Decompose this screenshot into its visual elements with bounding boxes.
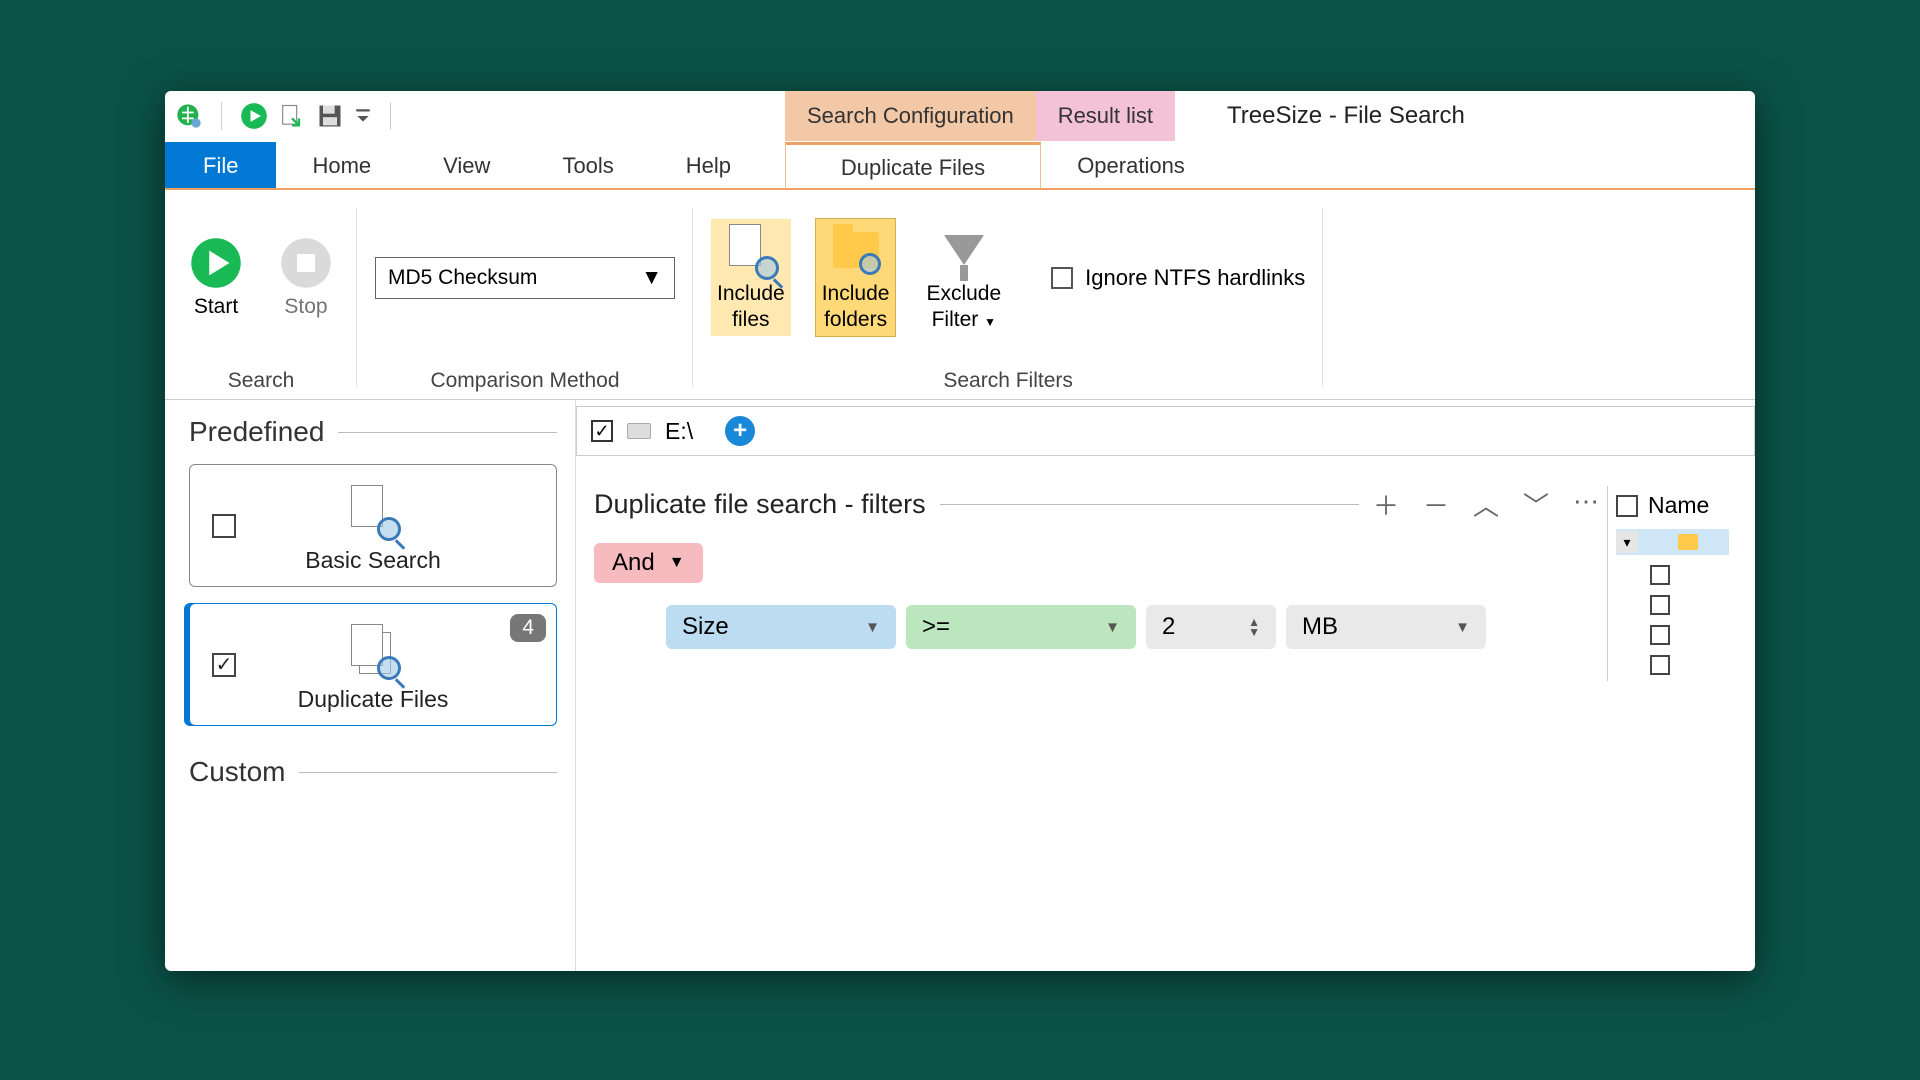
- folder-icon: [1678, 534, 1698, 550]
- filter-logic-dropdown[interactable]: And ▼: [594, 543, 703, 583]
- filter-remove-button[interactable]: －: [1423, 486, 1449, 523]
- ribbon-group-search: Start Stop Search: [165, 196, 357, 399]
- qat-save-button[interactable]: [316, 102, 344, 130]
- ribbon-group-filters: Include files Include folders Exclude Fi…: [693, 196, 1323, 399]
- filter-title: Duplicate file search - filters: [594, 489, 926, 520]
- spin-down[interactable]: ▼: [1248, 627, 1260, 637]
- filter-panel: Duplicate file search - filters ＋ － ︿ ﹀ …: [594, 486, 1599, 681]
- tree-row[interactable]: [1616, 565, 1729, 585]
- tab-tools[interactable]: Tools: [526, 142, 649, 190]
- predefined-header: Predefined: [189, 416, 557, 448]
- checkbox-icon: [1051, 267, 1073, 289]
- app-window: Search Configuration Result list TreeSiz…: [165, 91, 1755, 971]
- stop-button[interactable]: Stop: [273, 232, 339, 323]
- filter-down-button[interactable]: ﹀: [1523, 486, 1549, 523]
- context-tab-search-config[interactable]: Search Configuration: [785, 91, 1036, 141]
- main-panel: E:\ + Duplicate file search - filters ＋ …: [575, 400, 1755, 971]
- search-path-bar: E:\ +: [576, 406, 1755, 456]
- filter-field-dropdown[interactable]: Size▼: [666, 605, 896, 649]
- content-area: Predefined Basic Search 4 Duplicate File…: [165, 400, 1755, 971]
- app-title: TreeSize - File Search: [1227, 91, 1465, 141]
- column-header-name[interactable]: Name: [1648, 492, 1709, 519]
- ribbon: Start Stop Search MD5 Checksum ▼ Compari…: [165, 190, 1755, 400]
- checkbox-icon[interactable]: [212, 514, 236, 538]
- include-files-button[interactable]: Include files: [711, 219, 791, 335]
- duplicate-document-icon: [202, 618, 544, 682]
- quick-access-toolbar: [165, 91, 399, 141]
- filter-row: Size▼ >=▼ 2 ▲▼ MB▼: [666, 605, 1599, 649]
- tree-row[interactable]: [1616, 595, 1729, 615]
- tab-file[interactable]: File: [165, 142, 276, 190]
- start-button[interactable]: Start: [183, 232, 249, 323]
- tab-help[interactable]: Help: [650, 142, 767, 190]
- ribbon-tabs: File Home View Tools Help Duplicate File…: [165, 142, 1755, 190]
- context-tab-result-list[interactable]: Result list: [1036, 91, 1175, 141]
- tree-row[interactable]: ▾: [1616, 529, 1729, 555]
- tab-view[interactable]: View: [407, 142, 526, 190]
- comparison-method-dropdown[interactable]: MD5 Checksum ▼: [375, 257, 675, 299]
- filter-value-input[interactable]: 2 ▲▼: [1146, 605, 1276, 649]
- filter-add-button[interactable]: ＋: [1373, 486, 1399, 523]
- app-icon: [175, 102, 203, 130]
- tree-row[interactable]: [1616, 625, 1729, 645]
- tree-row[interactable]: [1616, 655, 1729, 675]
- comparison-method-value: MD5 Checksum: [388, 266, 537, 290]
- filter-more-button[interactable]: ⋯: [1573, 486, 1599, 523]
- left-panel: Predefined Basic Search 4 Duplicate File…: [165, 400, 575, 971]
- custom-header: Custom: [189, 756, 557, 788]
- path-text[interactable]: E:\: [665, 418, 693, 445]
- filter-unit-dropdown[interactable]: MB▼: [1286, 605, 1486, 649]
- tab-duplicate-files[interactable]: Duplicate Files: [785, 142, 1041, 190]
- tab-operations[interactable]: Operations: [1041, 142, 1221, 190]
- result-count-badge: 4: [510, 614, 546, 642]
- qat-open-button[interactable]: [278, 102, 306, 130]
- search-document-icon: [202, 479, 544, 543]
- add-path-button[interactable]: +: [725, 416, 755, 446]
- qat-customize-button[interactable]: [354, 102, 372, 130]
- filter-operator-dropdown[interactable]: >=▼: [906, 605, 1136, 649]
- checkbox-icon[interactable]: [1616, 495, 1638, 517]
- context-tab-group: Search Configuration Result list: [785, 91, 1175, 141]
- chevron-down-icon[interactable]: ▾: [1616, 531, 1638, 553]
- checkbox-icon[interactable]: [212, 653, 236, 677]
- results-column-panel: Name ▾: [1607, 486, 1737, 681]
- ribbon-group-comparison: MD5 Checksum ▼ Comparison Method: [357, 196, 693, 399]
- exclude-filter-button[interactable]: Exclude Filter ▼: [920, 219, 1007, 335]
- filter-up-button[interactable]: ︿: [1473, 486, 1499, 523]
- chevron-down-icon: ▼: [641, 266, 662, 290]
- include-folders-button[interactable]: Include folders: [815, 218, 897, 336]
- titlebar: Search Configuration Result list TreeSiz…: [165, 91, 1755, 142]
- qat-start-button[interactable]: [240, 102, 268, 130]
- chevron-down-icon: ▼: [984, 315, 996, 329]
- chevron-down-icon: ▼: [669, 554, 685, 572]
- card-duplicate-files[interactable]: 4 Duplicate Files: [189, 603, 557, 726]
- path-checkbox[interactable]: [591, 420, 613, 442]
- ignore-hardlinks-checkbox[interactable]: Ignore NTFS hardlinks: [1051, 265, 1305, 291]
- tab-home[interactable]: Home: [276, 142, 407, 190]
- card-basic-search[interactable]: Basic Search: [189, 464, 557, 587]
- drive-icon: [627, 423, 651, 439]
- checkbox-icon[interactable]: [1648, 532, 1668, 552]
